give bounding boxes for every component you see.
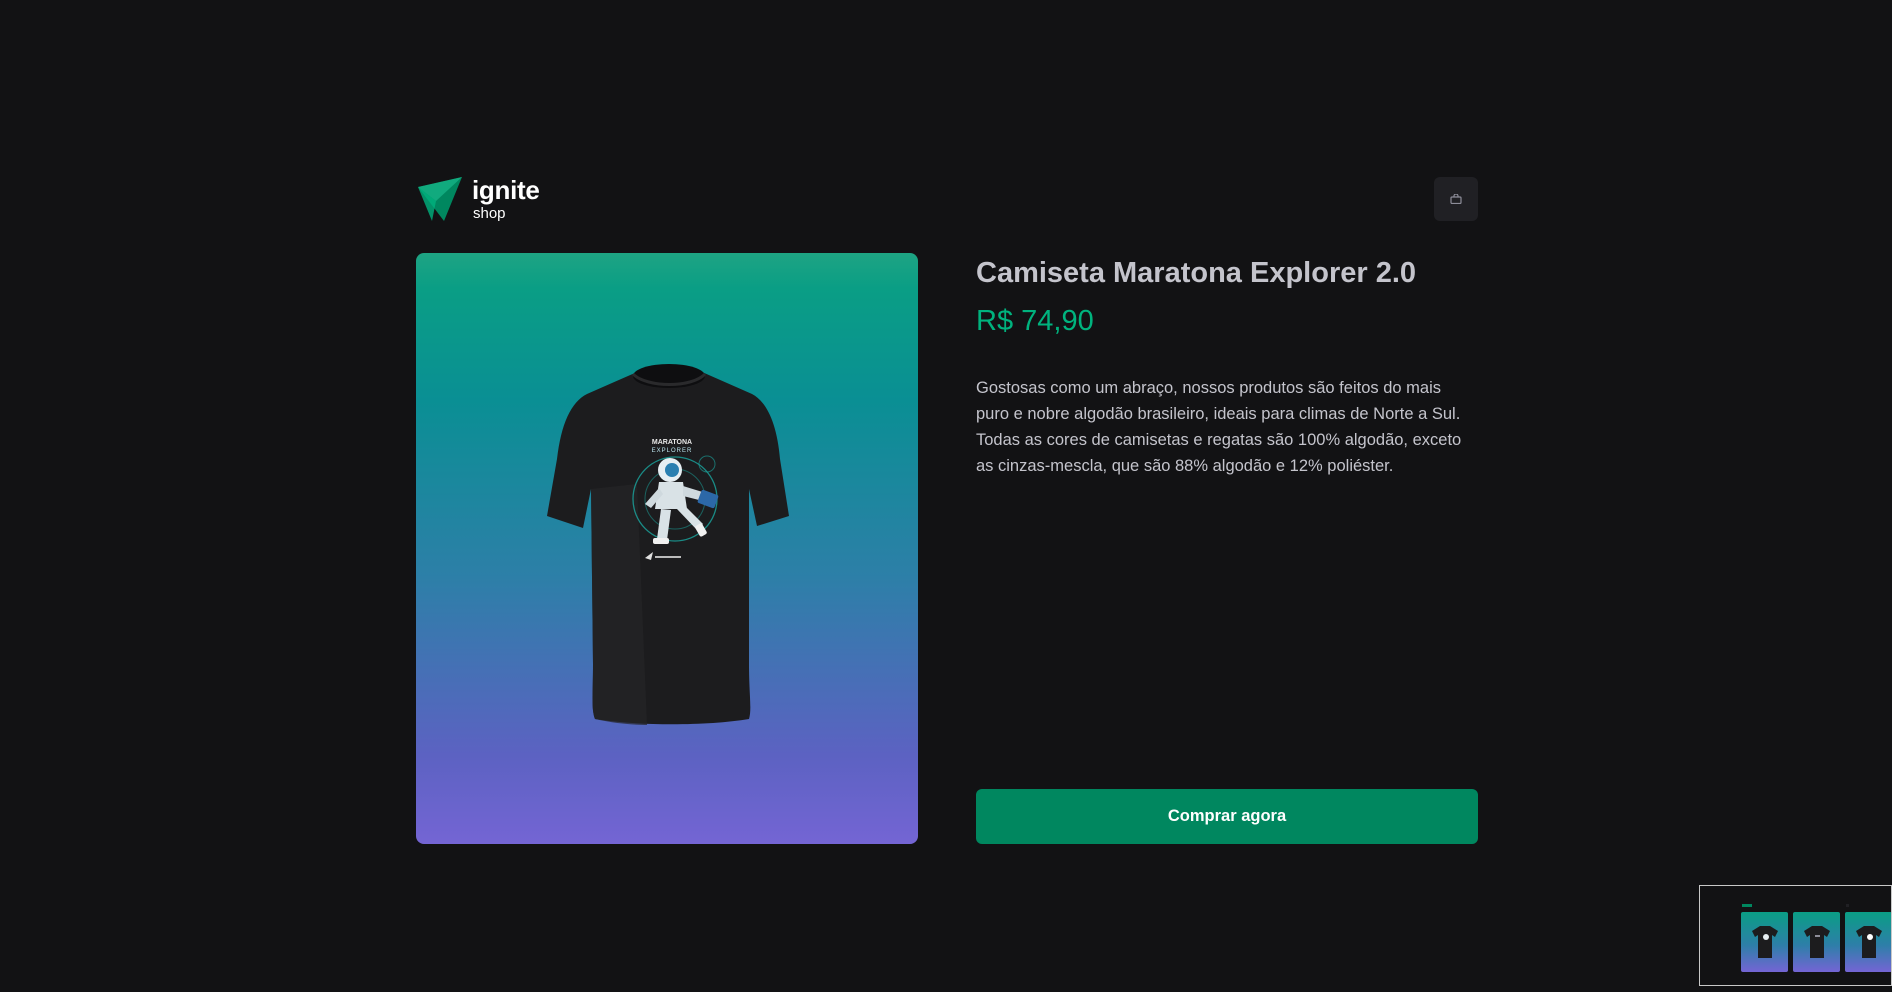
product-price: R$ 74,90	[976, 305, 1094, 337]
logo-text: ignite shop	[472, 177, 540, 221]
ignite-shop-logo[interactable]: ignite shop	[416, 175, 540, 223]
tshirt-icon	[1751, 926, 1778, 958]
minimap-thumbnail[interactable]	[1845, 912, 1891, 972]
header: ignite shop	[416, 175, 1478, 223]
logo-brand: ignite	[472, 175, 540, 205]
page-minimap[interactable]	[1699, 885, 1892, 986]
minimap-cart	[1846, 904, 1849, 907]
tshirt-icon	[1803, 926, 1830, 958]
buy-now-button[interactable]: Comprar agora	[976, 789, 1478, 844]
product-page: ignite shop MARATONA EXPLORER Camiseta M…	[0, 0, 1892, 992]
minimap-thumbnail[interactable]	[1793, 912, 1840, 972]
shirt-print-line1: MARATONA	[652, 439, 692, 446]
logo-sub: shop	[473, 205, 506, 222]
shirt-print-line2: EXPLORER	[652, 448, 693, 454]
product-description: Gostosas como um abraço, nossos produtos…	[976, 379, 1462, 475]
product-details: Camiseta Maratona Explorer 2.0 R$ 74,90 …	[976, 253, 1478, 844]
tshirt-image: MARATONA EXPLORER	[547, 363, 789, 725]
product-image: MARATONA EXPLORER	[416, 253, 918, 844]
product-title: Camiseta Maratona Explorer 2.0	[976, 257, 1417, 289]
minimap-logo	[1742, 904, 1752, 907]
shopping-bag-icon	[1450, 194, 1462, 204]
tshirt-icon	[1855, 926, 1882, 958]
cart-button[interactable]	[1434, 177, 1478, 221]
logo-triangle-icon	[418, 177, 462, 221]
minimap-thumbnail[interactable]	[1741, 912, 1788, 972]
